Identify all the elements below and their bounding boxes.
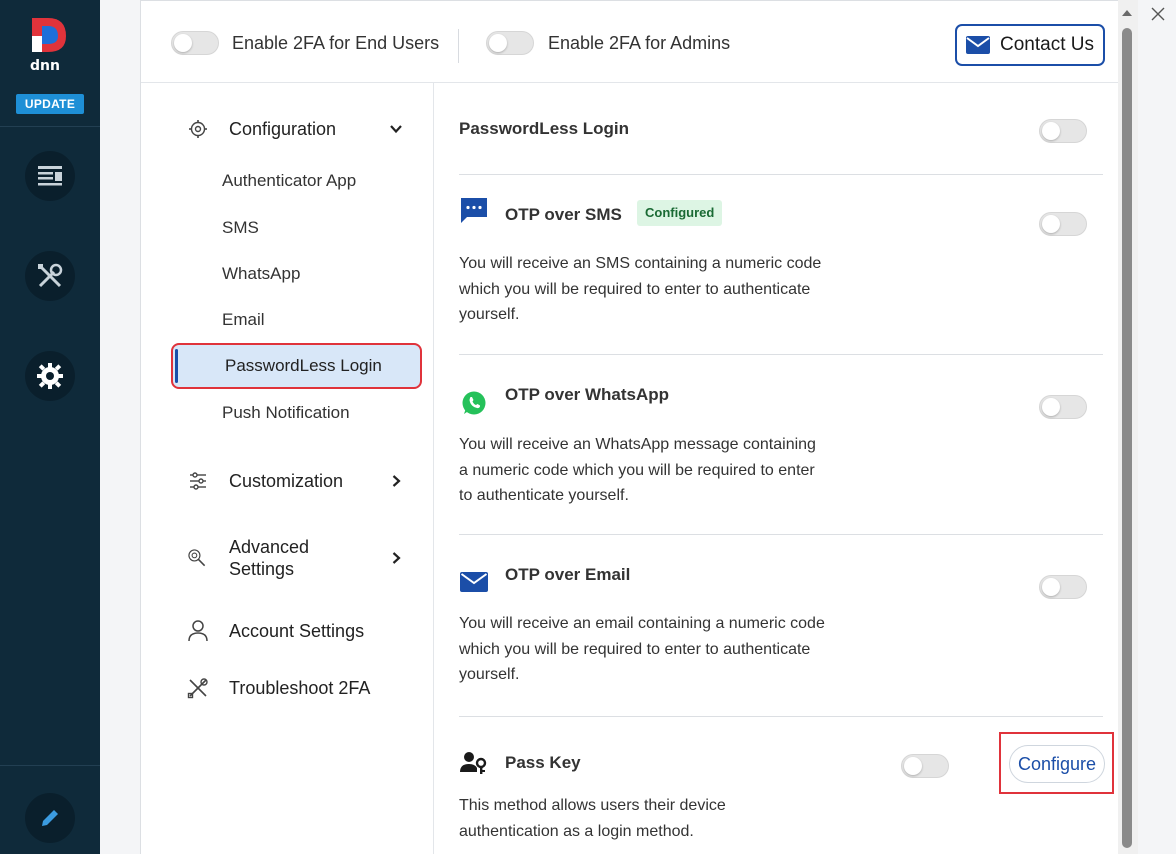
chat-bubble-icon [460, 197, 488, 225]
configure-button[interactable]: Configure [1009, 745, 1105, 783]
envelope-icon [460, 568, 488, 596]
close-icon[interactable] [1150, 6, 1166, 22]
nav-advanced-settings[interactable]: Advanced Settings [141, 534, 434, 580]
otp-email-desc-line: which you will be required to enter to a… [459, 640, 811, 658]
otp-sms-toggle[interactable] [1039, 212, 1087, 236]
chevron-right-icon [392, 475, 401, 487]
user-key-icon [460, 749, 488, 777]
otp-sms-desc-line: yourself. [459, 306, 520, 323]
nav-item-passwordless-login[interactable]: PasswordLess Login [171, 343, 422, 389]
nav-item-authenticator-app[interactable]: Authenticator App [222, 171, 356, 191]
otp-email-section: OTP over Email You will receive an email… [459, 535, 1103, 717]
otp-sms-desc-line: which you will be required to enter to a… [459, 280, 811, 298]
settings-nav: Configuration Authenticator App SMS What… [141, 83, 434, 854]
pass-key-toggle[interactable] [901, 754, 949, 778]
nav-item-email[interactable]: Email [222, 310, 265, 330]
nav-item-passwordless-label: PasswordLess Login [225, 356, 382, 375]
dnn-logo-icon[interactable]: dnn [26, 14, 74, 74]
pass-key-title: Pass Key [505, 753, 581, 772]
tools-outline-icon [187, 677, 209, 699]
enable-2fa-end-users-toggle[interactable] [171, 31, 219, 55]
whatsapp-icon [460, 389, 488, 417]
chevron-right-icon [392, 552, 401, 564]
otp-whatsapp-description: You will receive an WhatsApp message con… [459, 432, 859, 509]
gear-outline-icon [187, 118, 209, 140]
two-factor-panel: Enable 2FA for End Users Enable 2FA for … [140, 0, 1119, 854]
enable-2fa-end-users-label: Enable 2FA for End Users [232, 33, 440, 53]
rail-divider [0, 126, 100, 127]
passwordless-login-title: PasswordLess Login [459, 119, 630, 138]
mail-icon [966, 36, 990, 54]
scrollbar[interactable] [1118, 0, 1138, 854]
sliders-icon [187, 470, 209, 492]
otp-sms-title: OTP over SMS [505, 205, 622, 224]
otp-whatsapp-desc-line: to authenticate yourself. [459, 487, 629, 504]
otp-email-desc-line: yourself. [459, 666, 520, 683]
nav-troubleshoot-label: Troubleshoot 2FA [229, 678, 371, 698]
otp-whatsapp-section: OTP over WhatsApp You will receive an Wh… [459, 355, 1103, 535]
otp-whatsapp-desc-line: a numeric code which you will be require… [459, 461, 815, 479]
enable-2fa-admins-label: Enable 2FA for Admins [548, 33, 731, 53]
contact-us-label: Contact Us [1000, 34, 1094, 55]
otp-sms-section: OTP over SMS Configured You will receive… [459, 175, 1103, 355]
otp-whatsapp-desc-line: You will receive an WhatsApp message con… [459, 436, 816, 453]
nav-customization-label: Customization [229, 471, 344, 491]
otp-email-description: You will receive an email containing a n… [459, 611, 859, 688]
nav-item-whatsapp[interactable]: WhatsApp [222, 264, 300, 284]
methods-content: PasswordLess Login OTP over SMS Configur… [459, 83, 1114, 854]
rail-divider-bottom [0, 765, 100, 766]
nav-advanced-label-2: Settings [229, 559, 295, 579]
passwordless-login-section: PasswordLess Login [459, 83, 1103, 175]
contact-us-button[interactable]: Contact Us [955, 24, 1105, 66]
pass-key-description: This method allows users their device au… [459, 793, 859, 844]
nav-item-sms[interactable]: SMS [222, 218, 259, 238]
scrollbar-thumb[interactable] [1122, 28, 1132, 848]
configured-badge: Configured [637, 200, 723, 226]
enable-2fa-admins-toggle[interactable] [486, 31, 534, 55]
update-button[interactable]: UPDATE [16, 94, 84, 114]
pass-key-desc-line: authentication as a login method. [459, 822, 694, 840]
dnn-sidebar: dnn UPDATE [0, 0, 100, 854]
page-gutter [100, 0, 140, 854]
user-icon [187, 620, 209, 642]
scroll-up-arrow-icon[interactable] [1122, 10, 1132, 16]
chevron-down-icon [390, 125, 402, 134]
content-icon[interactable] [25, 151, 75, 201]
nav-configuration[interactable]: Configuration [141, 117, 434, 141]
nav-configuration-label: Configuration [229, 119, 337, 139]
otp-whatsapp-title: OTP over WhatsApp [505, 385, 670, 404]
edit-pencil-icon[interactable] [25, 793, 75, 843]
settings-gear-icon[interactable] [25, 351, 75, 401]
nav-customization[interactable]: Customization [141, 469, 434, 493]
top-toolbar: Enable 2FA for End Users Enable 2FA for … [141, 1, 1119, 83]
pass-key-desc-line: This method allows users their device [459, 797, 726, 814]
otp-email-toggle[interactable] [1039, 575, 1087, 599]
nav-advanced-label-1: Advanced [229, 537, 310, 557]
configure-highlight: Configure [999, 732, 1114, 794]
otp-whatsapp-toggle[interactable] [1039, 395, 1087, 419]
right-gutter [1138, 0, 1176, 854]
search-gear-icon [185, 546, 207, 568]
tools-icon[interactable] [25, 251, 75, 301]
nav-account-settings[interactable]: Account Settings [141, 619, 434, 643]
nav-item-push-notification[interactable]: Push Notification [222, 403, 350, 423]
otp-email-title: OTP over Email [505, 565, 631, 584]
nav-account-settings-label: Account Settings [229, 621, 365, 641]
toolbar-divider [458, 29, 459, 63]
passwordless-login-toggle[interactable] [1039, 119, 1087, 143]
otp-email-desc-line: You will receive an email containing a n… [459, 615, 825, 632]
nav-troubleshoot-2fa[interactable]: Troubleshoot 2FA [141, 676, 434, 700]
svg-text:dnn: dnn [30, 58, 60, 74]
otp-sms-desc-line: You will receive an SMS containing a num… [459, 255, 822, 272]
otp-sms-description: You will receive an SMS containing a num… [459, 251, 859, 328]
